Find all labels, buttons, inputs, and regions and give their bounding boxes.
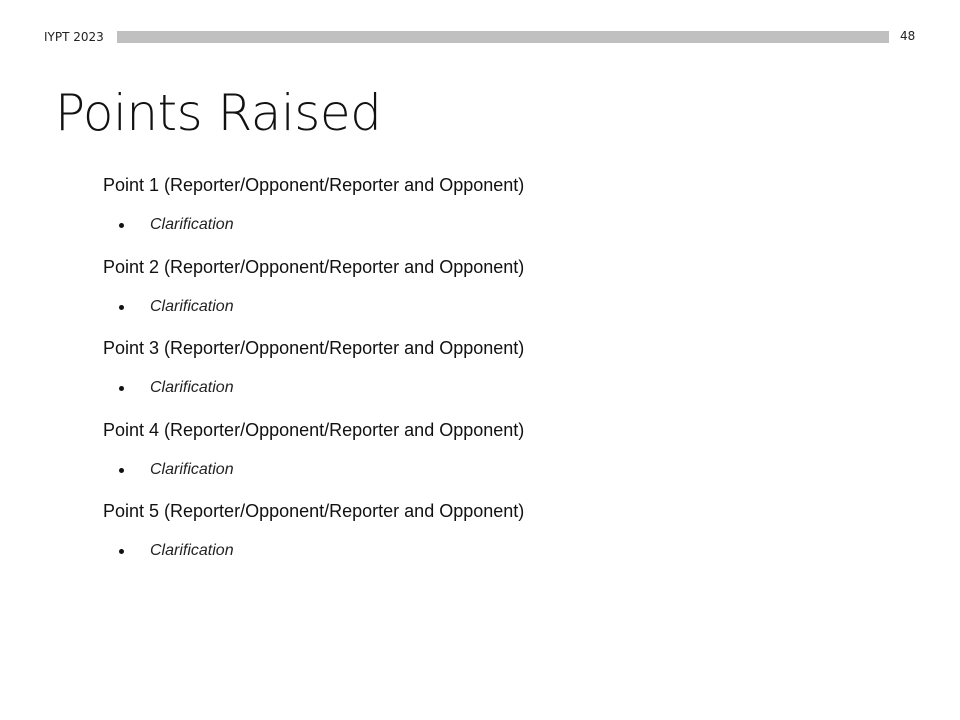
bullet-icon — [119, 386, 124, 391]
point-heading: Point 2 (Reporter/Opponent/Reporter and … — [103, 256, 525, 277]
page-number: 48 — [900, 29, 916, 43]
point-heading: Point 4 (Reporter/Opponent/Reporter and … — [103, 419, 525, 440]
bullet-icon — [119, 223, 124, 228]
clarification-text: Clarification — [150, 297, 234, 315]
bullet-icon — [119, 467, 124, 473]
header-bar — [117, 31, 889, 43]
point-item: Point 5 (Reporter/Opponent/Reporter and … — [103, 501, 883, 583]
point-item: Point 3 (Reporter/Opponent/Reporter and … — [103, 338, 883, 420]
clarification-text: Clarification — [150, 216, 234, 233]
bullet-icon — [119, 304, 124, 310]
header-label: IYPT 2023 — [44, 30, 104, 44]
point-item: Point 4 (Reporter/Opponent/Reporter and … — [103, 420, 883, 502]
point-heading: Point 1 (Reporter/Opponent/Reporter and … — [103, 175, 525, 195]
point-heading: Point 5 (Reporter/Opponent/Reporter and … — [103, 501, 525, 521]
point-heading: Point 3 (Reporter/Opponent/Reporter and … — [103, 338, 525, 358]
point-item: Point 1 (Reporter/Opponent/Reporter and … — [103, 175, 883, 257]
clarification-text: Clarification — [150, 460, 234, 478]
clarification-text: Clarification — [150, 542, 234, 559]
point-item: Point 2 (Reporter/Opponent/Reporter and … — [103, 257, 883, 339]
bullet-icon — [119, 549, 124, 554]
clarification-text: Clarification — [150, 379, 234, 396]
points-list: Point 1 (Reporter/Opponent/Reporter and … — [103, 175, 883, 583]
slide-title: Points Raised — [55, 84, 382, 142]
